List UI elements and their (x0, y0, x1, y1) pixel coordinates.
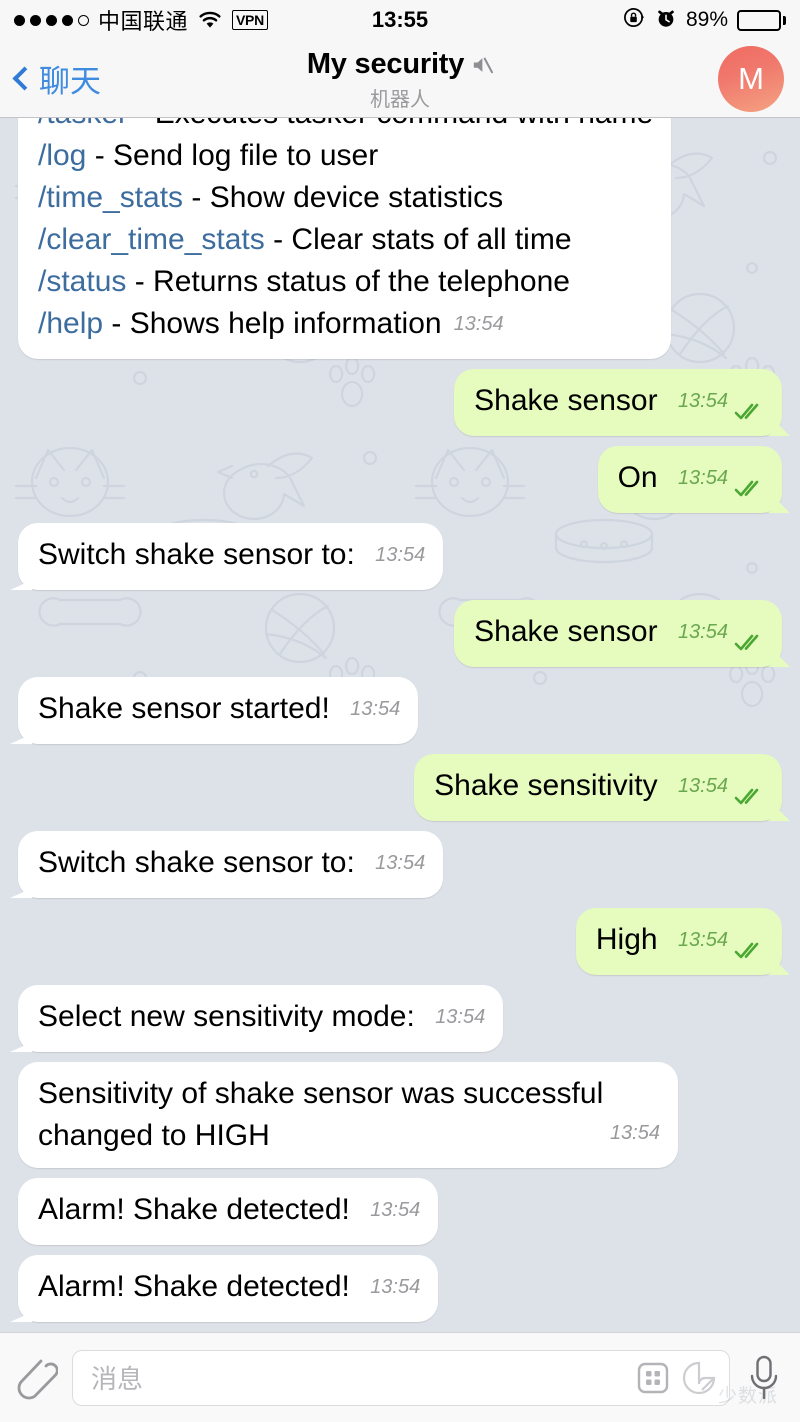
message-row: Shake sensor 13:54 (18, 369, 782, 436)
message-text: Alarm! Shake detected! (38, 1270, 350, 1303)
message-text: High (595, 923, 658, 956)
message-time: 13:54 (350, 698, 401, 720)
message-time: 13:54 (375, 544, 426, 566)
message-bubble-switch-shake-1[interactable]: Switch shake sensor to: 13:54 (18, 523, 444, 590)
message-time: 13:54 (375, 852, 426, 874)
read-receipt-double-check-icon (734, 625, 764, 651)
message-bubble-shake-sensor-2[interactable]: Shake sensor 13:54 (454, 600, 782, 667)
signal-dot (14, 14, 25, 26)
message-input-field[interactable]: 消息 (72, 1349, 730, 1406)
message-bubble-on[interactable]: On 13:54 (597, 446, 782, 513)
signal-strength-dots (14, 14, 89, 26)
message-row: Shake sensitivity 13:54 (18, 754, 782, 821)
chat-header: 聊天 My security 机器人 M (0, 40, 800, 118)
signal-dot (30, 14, 41, 26)
message-input-placeholder: 消息 (91, 1364, 144, 1394)
message-bubble-alarm-1[interactable]: Alarm! Shake detected! 13:54 (18, 1178, 439, 1245)
chat-subtitle: 机器人 (370, 89, 430, 111)
message-row: /tasker - Executes tasker command with n… (18, 118, 782, 359)
message-bubble-high[interactable]: High 13:54 (575, 908, 782, 975)
message-text: Select new sensitivity mode: (38, 1000, 415, 1033)
message-time: 13:54 (677, 621, 728, 643)
message-bubble-shake-sensitivity[interactable]: Shake sensitivity 13:54 (414, 754, 782, 821)
message-time: 13:54 (677, 775, 728, 797)
read-receipt-double-check-icon (734, 394, 764, 420)
page-title: My security (306, 48, 465, 80)
message-time: 13:54 (677, 929, 728, 951)
message-text: Alarm! Shake detected! (38, 1193, 350, 1226)
message-row: Alarm! Shake detected! 13:54 (18, 1255, 782, 1322)
message-bubble-help[interactable]: /tasker - Executes tasker command with n… (18, 118, 672, 359)
message-meta: 13:54 (678, 765, 764, 807)
microphone-icon[interactable] (744, 1353, 784, 1403)
message-bubble-alarm-2[interactable]: Alarm! Shake detected! 13:54 (18, 1255, 439, 1322)
message-time: 13:54 (370, 1276, 421, 1298)
message-meta: 13:54 (678, 380, 764, 422)
message-text: Sensitivity of shake sensor was successf… (38, 1077, 604, 1152)
message-time: 13:54 (435, 1006, 486, 1028)
message-time: 13:54 (453, 313, 504, 335)
telegram-chat-screen: 中国联通 VPN 13:55 89% 聊天 My security 机器人 M … (0, 0, 800, 1422)
message-list[interactable]: /tasker - Executes tasker command with n… (0, 118, 800, 1332)
status-bar-left: 中国联通 VPN (14, 4, 268, 36)
message-row: High 13:54 (18, 908, 782, 975)
message-time: 13:54 (677, 390, 728, 412)
message-meta: 13:54 (678, 919, 764, 961)
chevron-left-icon (12, 66, 37, 91)
message-time: 13:54 (677, 467, 728, 489)
wifi-icon (197, 10, 223, 30)
message-text: Switch shake sensor to: (38, 538, 355, 571)
paperclip-icon[interactable] (16, 1355, 59, 1401)
carrier-name: 中国联通 (98, 9, 189, 34)
message-input-bar: 消息 少数派 (0, 1332, 800, 1422)
sticker-icon[interactable] (681, 1360, 717, 1396)
vpn-badge: VPN (232, 10, 268, 30)
message-row: Alarm! Shake detected! 13:54 (18, 1178, 782, 1245)
message-text: Shake sensitivity (434, 769, 658, 802)
read-receipt-double-check-icon (734, 471, 764, 497)
read-receipt-double-check-icon (734, 779, 764, 805)
signal-dot (62, 14, 73, 26)
read-receipt-double-check-icon (734, 933, 764, 959)
message-row: On 13:54 (18, 446, 782, 513)
message-row: Sensitivity of shake sensor was successf… (18, 1062, 782, 1168)
battery-icon (737, 9, 786, 31)
message-meta: 13:54 (678, 611, 764, 653)
message-row: Shake sensor 13:54 (18, 600, 782, 667)
back-button-label: 聊天 (39, 64, 101, 99)
message-row: Switch shake sensor to: 13:54 (18, 523, 782, 590)
message-text: Switch shake sensor to: (38, 846, 355, 879)
message-time: 13:54 (370, 1199, 421, 1221)
avatar[interactable]: M (718, 45, 784, 112)
signal-dot-empty (78, 14, 89, 26)
speaker-muted-icon (471, 55, 494, 75)
message-bubble-shake-started[interactable]: Shake sensor started! 13:54 (18, 677, 419, 744)
message-text: On (617, 461, 658, 494)
battery-percent-label: 89% (685, 8, 728, 31)
message-time: 13:54 (609, 1122, 660, 1144)
chat-title-block: My security 机器人 (0, 48, 800, 112)
avatar-initial: M (738, 60, 764, 96)
message-bubble-switch-shake-2[interactable]: Switch shake sensor to: 13:54 (18, 831, 444, 898)
message-meta: 13:54 (678, 457, 764, 499)
grid-keyboard-icon[interactable] (635, 1360, 671, 1396)
signal-dot (46, 14, 57, 26)
back-button[interactable]: 聊天 (12, 56, 101, 101)
message-bubble-sensitivity-changed[interactable]: Sensitivity of shake sensor was successf… (18, 1062, 678, 1168)
message-text: Shake sensor (474, 615, 658, 648)
status-bar: 中国联通 VPN 13:55 89% (0, 0, 800, 40)
messages-container: /tasker - Executes tasker command with n… (0, 118, 800, 1332)
message-row: Select new sensitivity mode: 13:54 (18, 985, 782, 1052)
message-text: Shake sensor (474, 384, 658, 417)
message-bubble-select-sensitivity[interactable]: Select new sensitivity mode: 13:54 (18, 985, 504, 1052)
alarm-clock-icon (655, 7, 677, 34)
message-text: /tasker - Executes tasker command with n… (38, 118, 653, 340)
message-bubble-shake-sensor-1[interactable]: Shake sensor 13:54 (454, 369, 782, 436)
message-text: Shake sensor started! (38, 692, 330, 725)
message-row: Shake sensor started! 13:54 (18, 677, 782, 744)
message-row: Switch shake sensor to: 13:54 (18, 831, 782, 898)
rotation-lock-icon (623, 6, 646, 34)
status-bar-right: 89% (623, 6, 786, 34)
